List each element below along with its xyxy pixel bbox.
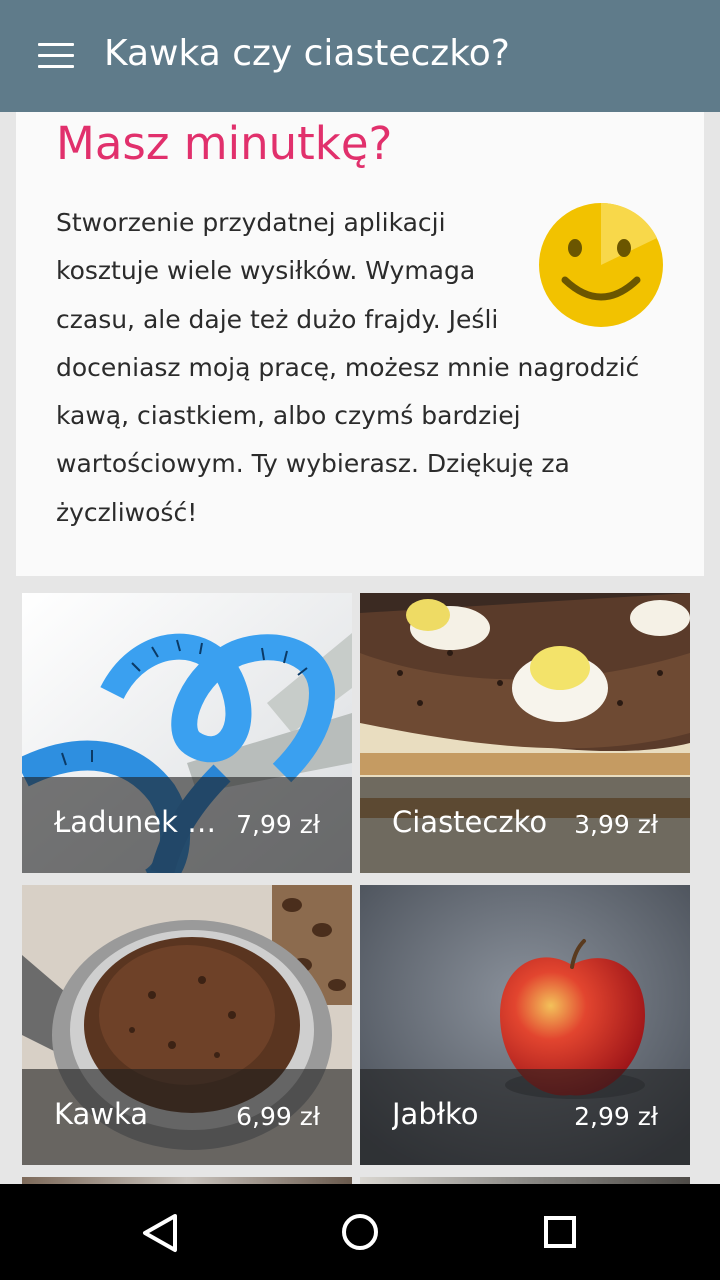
hamburger-menu-icon[interactable] (30, 36, 82, 76)
system-nav-bar (0, 1184, 720, 1280)
product-name: Ładunek energii (54, 805, 229, 839)
tile-caption-bar: Kawka 6,99 zł (22, 1069, 352, 1165)
product-tile-partial[interactable] (360, 1177, 690, 1184)
home-circle-icon[interactable] (325, 1202, 395, 1262)
product-tile-energy[interactable]: Ładunek energii 7,99 zł (22, 593, 352, 873)
product-name: Jabłko (392, 1097, 479, 1131)
product-name: Kawka (54, 1097, 149, 1131)
card-body-text: Stworzenie przydatnej aplikacji kosztuje… (56, 208, 640, 527)
product-tile-apple[interactable]: Jabłko 2,99 zł (360, 885, 690, 1165)
product-tile-coffee[interactable]: Kawka 6,99 zł (22, 885, 352, 1165)
app-title: Kawka czy ciasteczko? (104, 33, 510, 74)
back-triangle-icon[interactable] (125, 1202, 195, 1262)
card-title: Masz minutkę? (56, 117, 393, 170)
product-tile-cookie[interactable]: Ciasteczko 3,99 zł (360, 593, 690, 873)
product-price: 2,99 zł (574, 1102, 658, 1131)
tile-caption-bar: Jabłko 2,99 zł (360, 1069, 690, 1165)
product-price: 7,99 zł (236, 810, 320, 839)
product-tile-partial[interactable] (22, 1177, 352, 1184)
main-content[interactable]: Masz minutkę? Stworzenie przydatnej apli… (0, 112, 720, 1184)
app-bar: Kawka czy ciasteczko? (0, 0, 720, 112)
recents-square-icon[interactable] (525, 1202, 595, 1262)
intro-card: Masz minutkę? Stworzenie przydatnej apli… (16, 112, 704, 576)
product-price: 3,99 zł (574, 810, 658, 839)
product-name: Ciasteczko (392, 805, 548, 839)
tile-caption-bar: Ładunek energii 7,99 zł (22, 777, 352, 873)
tile-caption-bar: Ciasteczko 3,99 zł (360, 777, 690, 873)
product-price: 6,99 zł (236, 1102, 320, 1131)
